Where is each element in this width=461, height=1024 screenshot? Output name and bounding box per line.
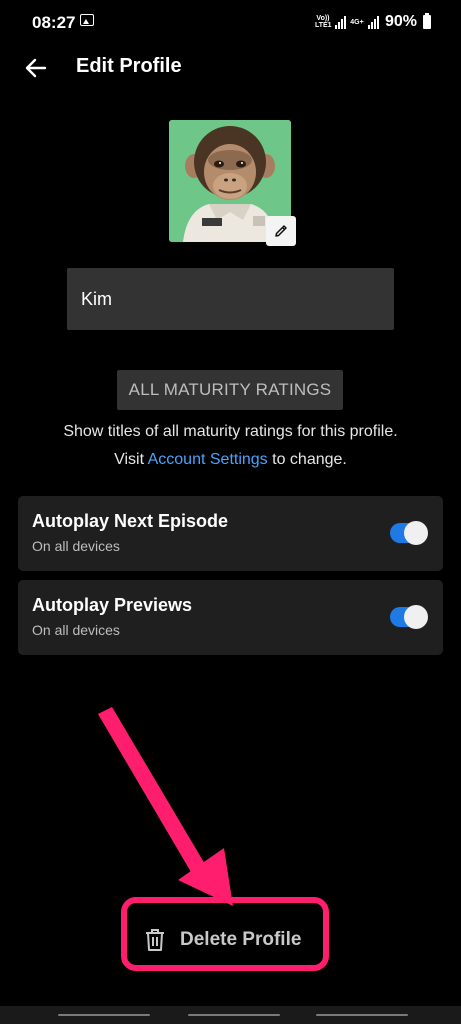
trash-icon xyxy=(146,929,164,951)
delete-profile-button[interactable]: Delete Profile xyxy=(144,920,320,960)
account-settings-link[interactable]: Account Settings xyxy=(148,451,268,468)
back-button[interactable] xyxy=(20,53,52,83)
toggle-knob xyxy=(404,605,428,629)
profile-name-input[interactable] xyxy=(67,268,394,330)
nav-recent-button[interactable] xyxy=(58,1014,150,1016)
autoplay-next-episode-toggle[interactable] xyxy=(390,521,428,545)
setting-subtitle: On all devices xyxy=(32,622,120,638)
toggle-knob xyxy=(404,521,428,545)
battery-percent: 90% xyxy=(384,13,417,30)
account-settings-hint: Visit Account Settings to change. xyxy=(0,451,461,469)
network-label-lte: Vo)) LTE1 xyxy=(314,15,332,29)
visit-prefix: Visit xyxy=(114,451,145,468)
battery-icon xyxy=(423,13,431,29)
status-bar: 08:27 Vo)) LTE1 4G+ 90% xyxy=(0,0,461,44)
image-icon xyxy=(80,14,94,26)
nav-home-button[interactable] xyxy=(188,1014,280,1016)
signal-icon-2 xyxy=(367,15,379,29)
status-time: 08:27 xyxy=(32,13,76,32)
delete-profile-label: Delete Profile xyxy=(180,929,302,950)
maturity-ratings-button[interactable]: ALL MATURITY RATINGS xyxy=(117,370,343,410)
setting-title: Autoplay Next Episode xyxy=(32,511,229,531)
page-title: Edit Profile xyxy=(76,55,182,77)
back-arrow-icon xyxy=(25,58,47,78)
autoplay-next-episode-row[interactable]: Autoplay Next Episode On all devices xyxy=(18,496,443,571)
pencil-icon xyxy=(275,225,287,237)
maturity-description: Show titles of all maturity ratings for … xyxy=(63,423,398,440)
setting-title: Autoplay Previews xyxy=(32,595,193,615)
setting-subtitle: On all devices xyxy=(32,538,120,554)
network-label-4g: 4G+ xyxy=(350,18,364,26)
nav-back-button[interactable] xyxy=(316,1014,408,1016)
status-indicators: Vo)) LTE1 4G+ 90% xyxy=(315,12,431,32)
signal-icon xyxy=(334,15,346,29)
autoplay-previews-row[interactable]: Autoplay Previews On all devices xyxy=(18,580,443,655)
system-nav-bar xyxy=(0,1006,461,1024)
edit-avatar-button[interactable] xyxy=(266,216,296,246)
visit-suffix: to change. xyxy=(272,451,347,468)
autoplay-previews-toggle[interactable] xyxy=(390,605,428,629)
